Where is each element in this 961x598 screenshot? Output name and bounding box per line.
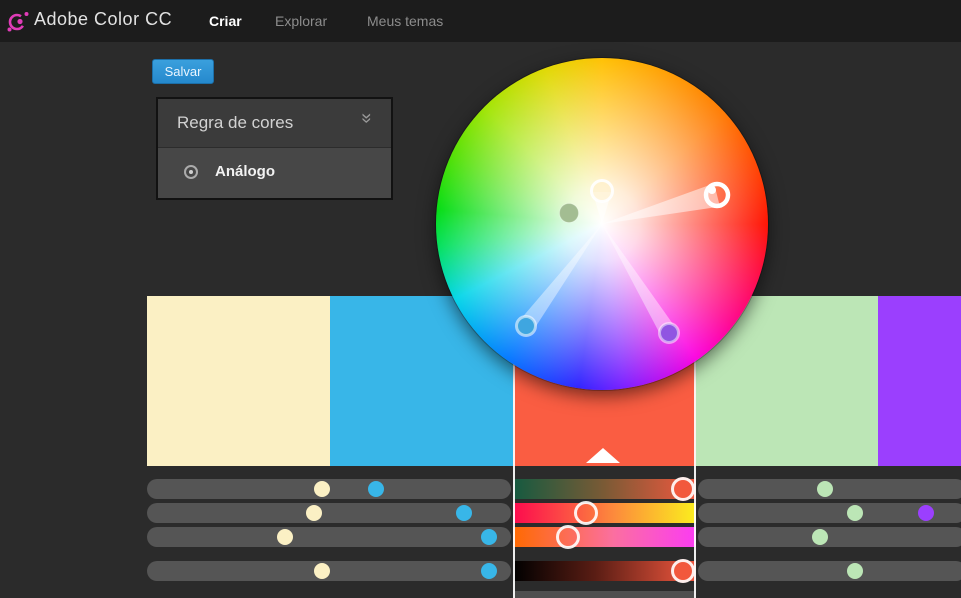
chevron-double-down-icon: » bbox=[354, 113, 378, 131]
swatch-purple[interactable] bbox=[878, 296, 961, 466]
slider-handle-selected-brightness[interactable] bbox=[671, 559, 695, 583]
slider-track-right-b[interactable] bbox=[698, 527, 961, 547]
rule-item-analogo[interactable]: Análogo bbox=[158, 148, 391, 198]
color-rule-title: Regra de cores bbox=[177, 113, 293, 133]
wheel-marker-blue[interactable] bbox=[517, 317, 536, 336]
slider-handle-green-g[interactable] bbox=[847, 505, 863, 521]
slider-handle-selected-r[interactable] bbox=[671, 477, 695, 501]
slider-handle-cream-g[interactable] bbox=[306, 505, 322, 521]
slider-track-selected-r[interactable] bbox=[513, 479, 696, 499]
spoke-bottom-right bbox=[602, 224, 676, 337]
slider-track-left-g[interactable] bbox=[147, 503, 511, 523]
color-wheel-area bbox=[436, 58, 768, 390]
wheel-marker-cream[interactable] bbox=[592, 181, 613, 202]
wheel-marker-green[interactable] bbox=[560, 204, 579, 223]
color-rule-dropdown[interactable]: Regra de cores » bbox=[158, 99, 391, 148]
slider-handle-green-b[interactable] bbox=[812, 529, 828, 545]
slider-handle-selected-g[interactable] bbox=[574, 501, 598, 525]
tab-criar[interactable]: Criar bbox=[209, 13, 242, 29]
slider-handle-selected-b[interactable] bbox=[556, 525, 580, 549]
adobe-color-app: Adobe Color CC Criar Explorar Meus temas… bbox=[0, 0, 961, 598]
wheel-marker-main-dot bbox=[708, 186, 716, 194]
slider-handle-cream-r[interactable] bbox=[314, 481, 330, 497]
slider-track-selected-b[interactable] bbox=[513, 527, 696, 547]
wheel-marker-purple[interactable] bbox=[660, 324, 679, 343]
slider-track-right-r[interactable] bbox=[698, 479, 961, 499]
wheel-markers-overlay bbox=[436, 58, 768, 390]
rule-item-label: Análogo bbox=[215, 163, 275, 180]
adobe-color-logo-icon[interactable] bbox=[6, 9, 30, 33]
app-title: Adobe Color CC bbox=[34, 9, 172, 30]
slider-track-left-brightness[interactable] bbox=[147, 561, 511, 581]
selected-swatch-pointer-icon bbox=[586, 448, 620, 463]
slider-track-left-r[interactable] bbox=[147, 479, 511, 499]
spoke-bottom-left bbox=[519, 224, 602, 331]
swatch-cream[interactable] bbox=[147, 296, 330, 466]
slider-track-left-b[interactable] bbox=[147, 527, 511, 547]
tab-meus-temas[interactable]: Meus temas bbox=[367, 13, 443, 29]
color-rule-panel: Regra de cores » Análogo bbox=[156, 97, 393, 200]
save-button[interactable]: Salvar bbox=[152, 59, 214, 84]
slider-handle-blue-g[interactable] bbox=[456, 505, 472, 521]
slider-handle-blue-r[interactable] bbox=[368, 481, 384, 497]
selected-hex-field-edge[interactable] bbox=[515, 591, 694, 598]
slider-handle-blue-b[interactable] bbox=[481, 529, 497, 545]
slider-track-right-brightness[interactable] bbox=[698, 561, 961, 581]
slider-handle-cream-b[interactable] bbox=[277, 529, 293, 545]
top-bar: Adobe Color CC Criar Explorar Meus temas bbox=[0, 0, 961, 42]
slider-handle-green-brightness[interactable] bbox=[847, 563, 863, 579]
slider-track-selected-g[interactable] bbox=[513, 503, 696, 523]
slider-handle-cream-brightness[interactable] bbox=[314, 563, 330, 579]
slider-handle-purple-g[interactable] bbox=[918, 505, 934, 521]
radio-selected-icon bbox=[184, 165, 198, 179]
slider-track-right-g[interactable] bbox=[698, 503, 961, 523]
slider-handle-green-r[interactable] bbox=[817, 481, 833, 497]
slider-track-selected-brightness[interactable] bbox=[513, 561, 696, 581]
tab-explorar[interactable]: Explorar bbox=[275, 13, 327, 29]
slider-handle-blue-brightness[interactable] bbox=[481, 563, 497, 579]
spoke-main bbox=[602, 183, 720, 224]
